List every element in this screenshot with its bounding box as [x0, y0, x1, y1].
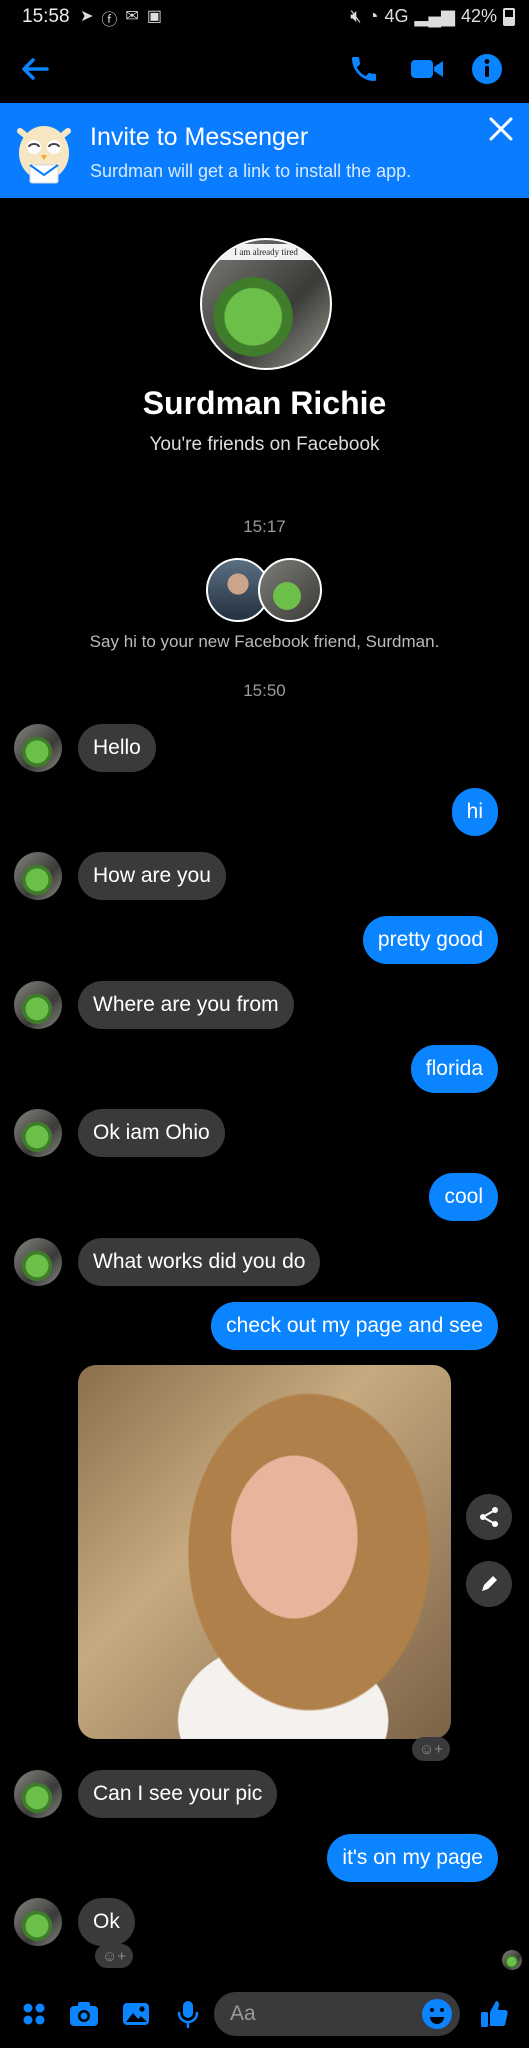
invite-banner[interactable]: Invite to Messenger Surdman will get a l… — [0, 103, 529, 198]
edit-photo-button[interactable] — [466, 1561, 512, 1607]
shared-photo[interactable] — [78, 1365, 451, 1739]
timestamp: 15:50 — [243, 681, 286, 700]
back-arrow-icon — [22, 58, 49, 80]
phone-icon — [352, 57, 376, 81]
timestamp: 15:17 — [243, 517, 286, 536]
sender-avatar[interactable] — [14, 724, 62, 772]
incoming-message[interactable]: Ok — [78, 1898, 135, 1946]
voice-message-button[interactable] — [170, 1996, 206, 2032]
more-actions-button[interactable] — [16, 1996, 52, 2032]
status-notification-icons: ➤ ⓕ ✉ ▣ — [80, 6, 162, 30]
sender-avatar[interactable] — [14, 1109, 62, 1157]
incoming-message[interactable]: How are you — [78, 852, 226, 900]
profile-picture-caption: I am already tired — [212, 244, 320, 260]
owl-mascot-icon — [17, 126, 71, 184]
outgoing-message[interactable]: florida — [410, 1045, 498, 1093]
camera-button[interactable] — [66, 1996, 102, 2032]
add-reaction-button[interactable]: ☺+ — [412, 1737, 450, 1761]
outgoing-message[interactable]: hi — [451, 788, 498, 836]
incoming-message[interactable]: Ok iam Ohio — [78, 1109, 225, 1157]
gallery-button[interactable] — [118, 1996, 154, 2032]
mute-icon: 🔇︎ — [350, 6, 362, 26]
signal-icon: ▂▄▆ — [414, 6, 455, 26]
close-icon — [489, 117, 513, 141]
close-banner-button[interactable] — [483, 111, 519, 147]
video-camera-icon — [411, 60, 443, 78]
outgoing-message[interactable]: check out my page and see — [211, 1302, 498, 1350]
seen-indicator-avatar — [502, 1950, 522, 1970]
incoming-message[interactable]: Can I see your pic — [78, 1770, 278, 1818]
emoji-icon — [422, 1999, 452, 2029]
add-reaction-button[interactable]: ☺+ — [95, 1944, 133, 1968]
outgoing-message[interactable]: it's on my page — [327, 1834, 498, 1882]
incoming-message[interactable]: What works did you do — [78, 1238, 321, 1286]
image-icon: ▣ — [146, 8, 162, 25]
sender-avatar[interactable] — [14, 1898, 62, 1946]
contact-name: Surdman Richie — [142, 385, 387, 421]
outgoing-message[interactable]: cool — [429, 1173, 498, 1221]
friend-avatar — [258, 558, 322, 622]
outgoing-message[interactable]: pretty good — [362, 916, 498, 964]
message-input-placeholder: Aa — [230, 2002, 256, 2025]
friend-avatars — [206, 556, 326, 622]
friendship-status: You're friends on Facebook — [149, 434, 380, 455]
incoming-message[interactable]: Where are you from — [78, 981, 294, 1029]
grid-dots-icon — [23, 2003, 45, 2025]
gmail-icon: ✉ — [125, 8, 139, 25]
network-type: 4G — [384, 6, 409, 26]
pencil-icon — [482, 1576, 497, 1591]
message-composer: Aa — [0, 1980, 529, 2048]
facebook-icon: ⓕ — [101, 12, 118, 29]
sender-avatar[interactable] — [14, 981, 62, 1029]
camera-icon — [70, 2002, 98, 2026]
battery-icon — [503, 7, 515, 26]
invite-title: Invite to Messenger — [90, 123, 309, 151]
info-icon — [472, 54, 502, 84]
sender-avatar[interactable] — [14, 1238, 62, 1286]
status-right: 🔇︎ ◔ 4G ▂▄▆ 42% — [350, 6, 515, 27]
back-button[interactable] — [12, 46, 58, 92]
emoji-button[interactable] — [420, 1997, 454, 2031]
share-icon — [480, 1507, 498, 1527]
chat-header — [0, 36, 529, 102]
share-photo-button[interactable] — [466, 1494, 512, 1540]
conversation-info-button[interactable] — [464, 46, 510, 92]
smiley-plus-icon: ☺+ — [418, 1740, 444, 1758]
battery-percent: 42% — [460, 6, 497, 26]
navigation-icon: ➤ — [80, 8, 94, 25]
smiley-plus-icon: ☺+ — [101, 1947, 127, 1965]
status-time: 15:58 — [22, 6, 70, 27]
sender-avatar[interactable] — [14, 852, 62, 900]
message-input[interactable]: Aa — [214, 1992, 460, 2036]
photo-icon — [123, 2003, 149, 2025]
video-call-button[interactable] — [404, 46, 450, 92]
wifi-icon: ◔ — [367, 6, 379, 26]
microphone-icon — [177, 2001, 199, 2029]
thumbs-up-icon — [481, 2001, 508, 2027]
say-hi-prompt: Say hi to your new Facebook friend, Surd… — [89, 632, 440, 651]
status-bar: 15:58 ➤ ⓕ ✉ ▣ 🔇︎ ◔ 4G ▂▄▆ 42% — [0, 0, 529, 34]
profile-picture[interactable]: I am already tired — [200, 238, 332, 370]
sender-avatar[interactable] — [14, 1770, 62, 1818]
voice-call-button[interactable] — [341, 46, 387, 92]
like-button[interactable] — [476, 1996, 512, 2032]
invite-subtitle: Surdman will get a link to install the a… — [90, 161, 412, 181]
incoming-message[interactable]: Hello — [78, 724, 156, 772]
